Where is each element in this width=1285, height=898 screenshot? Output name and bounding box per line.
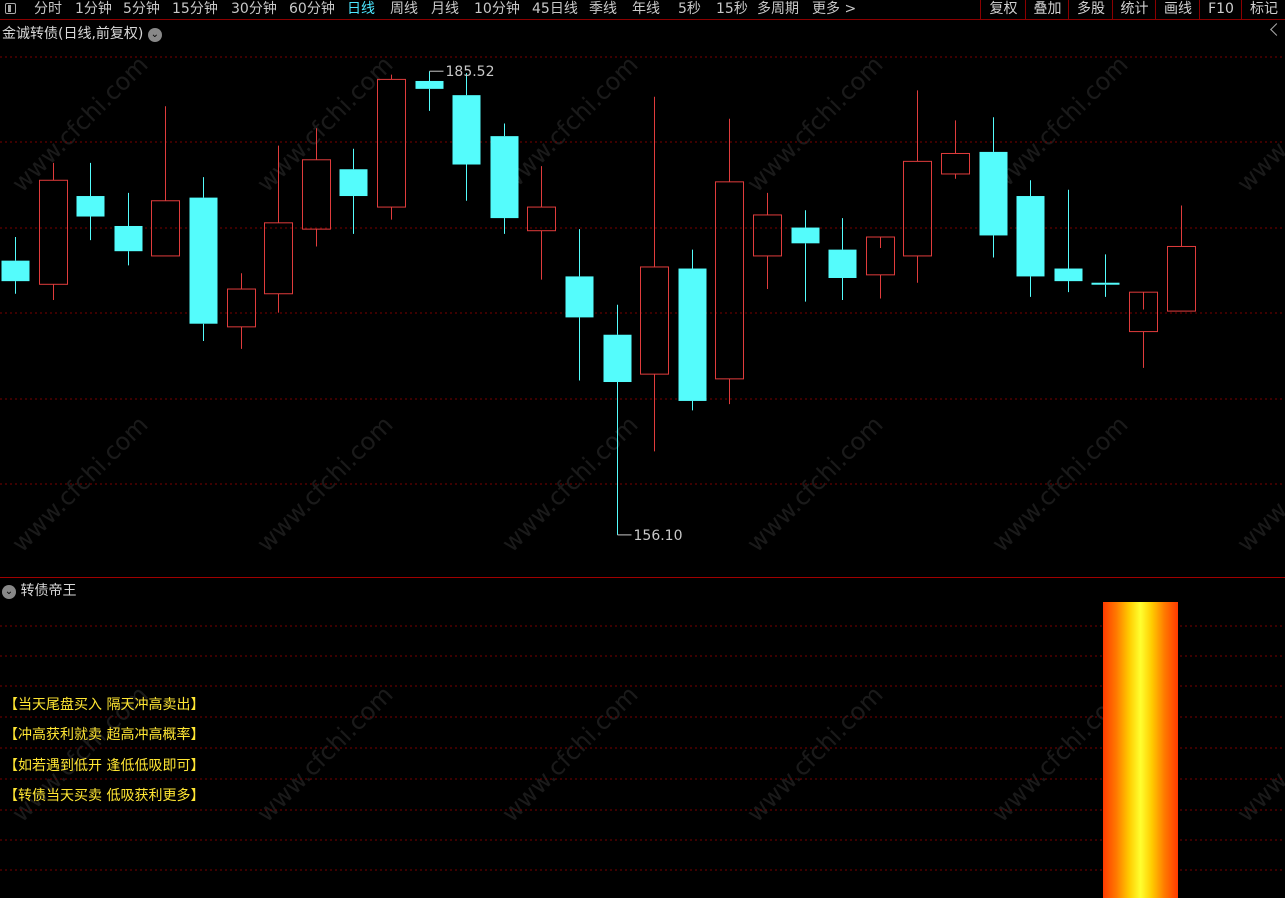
signal-line-2: 【冲高获利就卖 超高冲高概率】: [4, 727, 205, 743]
signal-line-4: 【转债当天买卖 低吸获利更多】: [4, 788, 205, 804]
signal-heat-bar: [1103, 602, 1178, 898]
signal-line-3: 【如若遇到低开 逢低低吸即可】: [4, 758, 205, 774]
signal-line-1: 【当天尾盘买入 隔天冲高卖出】: [4, 697, 205, 713]
